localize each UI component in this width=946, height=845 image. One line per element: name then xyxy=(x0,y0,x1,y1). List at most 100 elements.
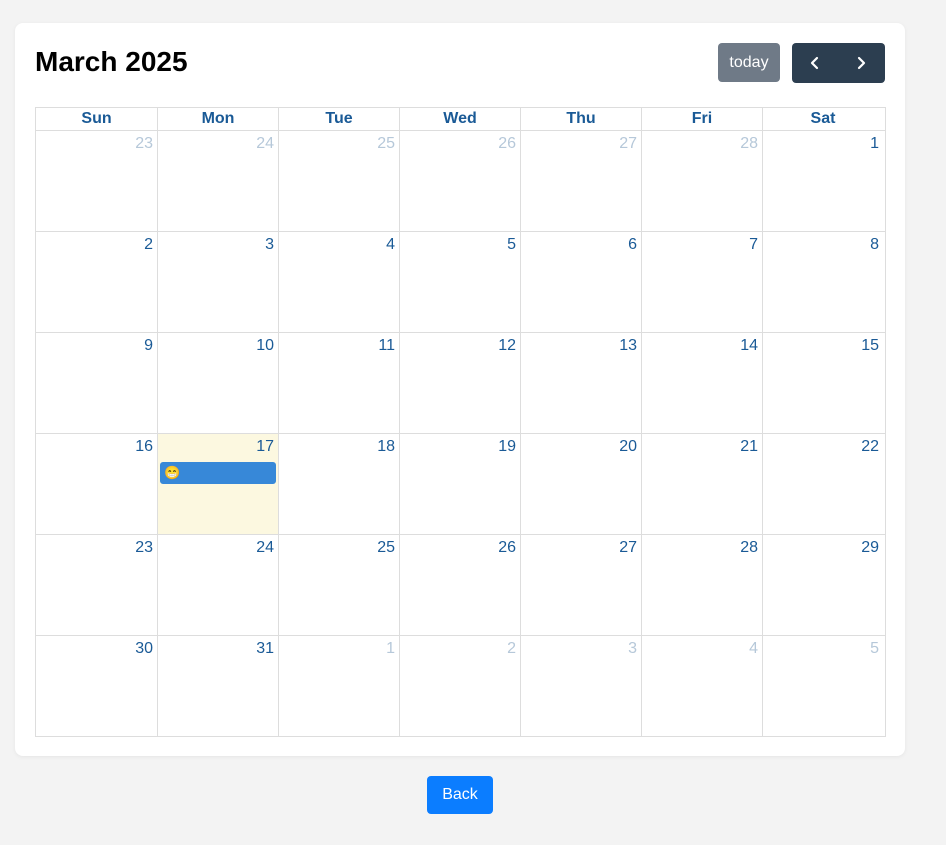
day-cell[interactable]: 16 xyxy=(36,434,157,534)
week-row: 23 24 25 26 27 28 29 xyxy=(36,535,885,636)
weekday-header-row: Sun Mon Tue Wed Thu Fri Sat xyxy=(36,108,885,131)
day-cell[interactable]: 6 xyxy=(520,232,641,332)
day-cell[interactable]: 23 xyxy=(36,535,157,635)
day-cell[interactable]: 8 xyxy=(762,232,883,332)
today-button[interactable]: today xyxy=(718,43,780,82)
day-number[interactable]: 4 xyxy=(749,640,758,658)
day-cell[interactable]: 27 xyxy=(520,535,641,635)
day-cell[interactable]: 11 xyxy=(278,333,399,433)
weekday-header: Tue xyxy=(278,108,399,130)
weekday-header: Sat xyxy=(762,108,883,130)
calendar-event[interactable]: 😁 xyxy=(160,462,276,484)
day-cell[interactable]: 23 xyxy=(36,131,157,231)
day-cell[interactable]: 27 xyxy=(520,131,641,231)
back-button[interactable]: Back xyxy=(427,776,493,814)
day-cell[interactable]: 26 xyxy=(399,131,520,231)
day-number[interactable]: 16 xyxy=(135,438,153,456)
day-cell[interactable]: 2 xyxy=(399,636,520,736)
week-row: 23 24 25 26 27 28 1 xyxy=(36,131,885,232)
day-cell[interactable]: 25 xyxy=(278,131,399,231)
day-number[interactable]: 9 xyxy=(144,337,153,355)
day-number[interactable]: 17 xyxy=(256,438,274,456)
day-number[interactable]: 12 xyxy=(498,337,516,355)
day-cell[interactable]: 4 xyxy=(641,636,762,736)
day-cell[interactable]: 28 xyxy=(641,131,762,231)
day-cell[interactable]: 3 xyxy=(157,232,278,332)
day-number[interactable]: 30 xyxy=(135,640,153,658)
day-cell[interactable]: 28 xyxy=(641,535,762,635)
day-number[interactable]: 26 xyxy=(498,539,516,557)
day-number[interactable]: 24 xyxy=(256,135,274,153)
day-number[interactable]: 1 xyxy=(870,135,879,153)
day-number[interactable]: 28 xyxy=(740,135,758,153)
day-number[interactable]: 26 xyxy=(498,135,516,153)
day-number[interactable]: 3 xyxy=(265,236,274,254)
day-cell[interactable]: 30 xyxy=(36,636,157,736)
day-number[interactable]: 14 xyxy=(740,337,758,355)
day-number[interactable]: 31 xyxy=(256,640,274,658)
day-number[interactable]: 10 xyxy=(256,337,274,355)
day-number[interactable]: 24 xyxy=(256,539,274,557)
day-number[interactable]: 11 xyxy=(378,337,395,355)
day-number[interactable]: 25 xyxy=(377,539,395,557)
day-number[interactable]: 21 xyxy=(740,438,758,456)
day-cell[interactable]: 1 xyxy=(762,131,883,231)
day-number[interactable]: 5 xyxy=(870,640,879,658)
day-cell-today[interactable]: 17 😁 xyxy=(157,434,278,534)
day-number[interactable]: 29 xyxy=(861,539,879,557)
day-number[interactable]: 3 xyxy=(628,640,637,658)
day-number[interactable]: 23 xyxy=(135,135,153,153)
day-number[interactable]: 8 xyxy=(870,236,879,254)
day-number[interactable]: 5 xyxy=(507,236,516,254)
day-cell[interactable]: 5 xyxy=(399,232,520,332)
day-cell[interactable]: 1 xyxy=(278,636,399,736)
day-number[interactable]: 1 xyxy=(386,640,395,658)
next-month-button[interactable] xyxy=(838,43,884,83)
day-cell[interactable]: 25 xyxy=(278,535,399,635)
day-cell[interactable]: 7 xyxy=(641,232,762,332)
day-number[interactable]: 20 xyxy=(619,438,637,456)
week-row: 9 10 11 12 13 14 15 xyxy=(36,333,885,434)
day-cell[interactable]: 26 xyxy=(399,535,520,635)
day-number[interactable]: 2 xyxy=(144,236,153,254)
day-number[interactable]: 27 xyxy=(619,539,637,557)
day-number[interactable]: 15 xyxy=(861,337,879,355)
day-cell[interactable]: 21 xyxy=(641,434,762,534)
day-cell[interactable]: 31 xyxy=(157,636,278,736)
day-cell[interactable]: 15 xyxy=(762,333,883,433)
day-cell[interactable]: 5 xyxy=(762,636,883,736)
day-cell[interactable]: 12 xyxy=(399,333,520,433)
weekday-header: Fri xyxy=(641,108,762,130)
day-cell[interactable]: 18 xyxy=(278,434,399,534)
day-number[interactable]: 13 xyxy=(619,337,637,355)
week-row: 30 31 1 2 3 4 5 xyxy=(36,636,885,736)
day-cell[interactable]: 10 xyxy=(157,333,278,433)
day-number[interactable]: 2 xyxy=(507,640,516,658)
day-cell[interactable]: 24 xyxy=(157,131,278,231)
day-number[interactable]: 18 xyxy=(377,438,395,456)
day-number[interactable]: 25 xyxy=(377,135,395,153)
day-number[interactable]: 7 xyxy=(749,236,758,254)
day-cell[interactable]: 14 xyxy=(641,333,762,433)
day-cell[interactable]: 29 xyxy=(762,535,883,635)
day-cell[interactable]: 24 xyxy=(157,535,278,635)
prev-month-button[interactable] xyxy=(792,43,838,83)
day-cell[interactable]: 22 xyxy=(762,434,883,534)
day-cell[interactable]: 20 xyxy=(520,434,641,534)
day-number[interactable]: 4 xyxy=(386,236,395,254)
day-cell[interactable]: 2 xyxy=(36,232,157,332)
day-cell[interactable]: 3 xyxy=(520,636,641,736)
day-number[interactable]: 23 xyxy=(135,539,153,557)
month-grid: Sun Mon Tue Wed Thu Fri Sat 23 24 25 26 27 28… xyxy=(35,107,886,737)
weekday-header: Mon xyxy=(157,108,278,130)
weeks-container: 23 24 25 26 27 28 1 2 3 4 5 6 7 8 9 10 11 12 13 14 15 16 17 😁 18… xyxy=(36,131,885,736)
day-cell[interactable]: 19 xyxy=(399,434,520,534)
day-number[interactable]: 22 xyxy=(861,438,879,456)
day-number[interactable]: 27 xyxy=(619,135,637,153)
day-cell[interactable]: 9 xyxy=(36,333,157,433)
day-cell[interactable]: 13 xyxy=(520,333,641,433)
day-cell[interactable]: 4 xyxy=(278,232,399,332)
day-number[interactable]: 19 xyxy=(498,438,516,456)
day-number[interactable]: 6 xyxy=(628,236,637,254)
day-number[interactable]: 28 xyxy=(740,539,758,557)
